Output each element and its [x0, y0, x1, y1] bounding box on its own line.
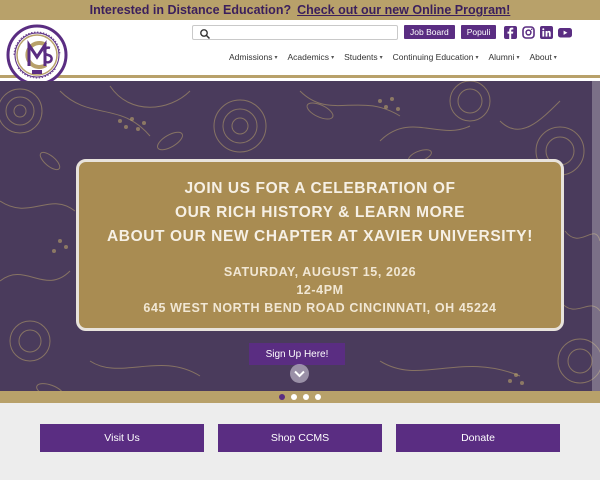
facebook-icon[interactable] — [504, 25, 518, 39]
event-headline-line-2: OUR RICH HISTORY & LEARN MORE — [174, 204, 466, 221]
event-headline-line-1: JOIN US FOR A CELEBRATION OF — [184, 180, 456, 197]
linkedin-icon[interactable] — [540, 25, 554, 39]
event-address: 645 WEST NORTH BEND ROAD CINCINNATI, OH … — [143, 301, 497, 315]
chevron-down-icon: ▾ — [516, 54, 520, 61]
search-icon[interactable] — [199, 27, 211, 39]
slider-pagination — [0, 391, 600, 403]
nav-item-about[interactable]: About ▾ — [529, 52, 556, 62]
event-time: 12-4PM — [296, 283, 344, 297]
online-program-link[interactable]: Check out our new Online Program! — [297, 3, 510, 17]
populi-button[interactable]: Populi — [460, 25, 497, 39]
slider-dot-1[interactable] — [279, 394, 285, 400]
utility-bar: Job Board Populi — [192, 24, 573, 40]
chevron-down-icon: ▾ — [331, 54, 335, 61]
chevron-down-icon: ▾ — [274, 54, 278, 61]
banner-text: Interested in Distance Education? — [89, 3, 292, 17]
slide-edge — [592, 81, 600, 391]
nav-item-admissions[interactable]: Admissions ▾ — [229, 52, 277, 62]
youtube-icon[interactable] — [558, 26, 573, 39]
search-box — [192, 24, 398, 40]
donate-button[interactable]: Donate — [396, 424, 560, 452]
slider-dot-4[interactable] — [315, 394, 321, 400]
event-card: JOIN US FOR A CELEBRATION OF OUR RICH HI… — [76, 159, 564, 331]
sign-up-button[interactable]: Sign Up Here! — [249, 343, 345, 365]
college-logo[interactable] — [6, 24, 68, 86]
instagram-icon[interactable] — [522, 25, 536, 39]
scroll-down-button[interactable] — [290, 364, 309, 383]
chevron-down-icon: ▾ — [475, 54, 479, 61]
chevron-down-icon — [294, 365, 305, 383]
event-date: SATURDAY, AUGUST 15, 2026 — [223, 265, 417, 279]
quick-links: Visit Us Shop CCMS Donate — [0, 403, 600, 480]
site-header: Job Board Populi Admissions ▾ Academics ▾ … — [0, 20, 600, 86]
main-nav: Admissions ▾ Academics ▾ Students ▾ Continu… — [229, 52, 557, 62]
nav-item-students[interactable]: Students ▾ — [344, 52, 383, 62]
event-headline-line-3: ABOUT OUR NEW CHAPTER AT XAVIER UNIVERSI… — [107, 228, 533, 245]
nav-item-alumni[interactable]: Alumni ▾ — [488, 52, 519, 62]
nav-item-academics[interactable]: Academics ▾ — [287, 52, 334, 62]
slider-dot-3[interactable] — [303, 394, 309, 400]
visit-us-button[interactable]: Visit Us — [40, 424, 204, 452]
search-input[interactable] — [215, 25, 395, 39]
nav-item-continuing-education[interactable]: Continuing Education ▾ — [393, 52, 479, 62]
slider-dot-2[interactable] — [291, 394, 297, 400]
social-links — [504, 25, 573, 39]
hero-slider: JOIN US FOR A CELEBRATION OF OUR RICH HI… — [0, 81, 600, 391]
chevron-down-icon: ▾ — [553, 54, 557, 61]
chevron-down-icon: ▾ — [379, 54, 383, 61]
job-board-button[interactable]: Job Board — [404, 25, 455, 39]
distance-education-banner: Interested in Distance Education? Check … — [0, 0, 600, 20]
shop-ccms-button[interactable]: Shop CCMS — [218, 424, 382, 452]
